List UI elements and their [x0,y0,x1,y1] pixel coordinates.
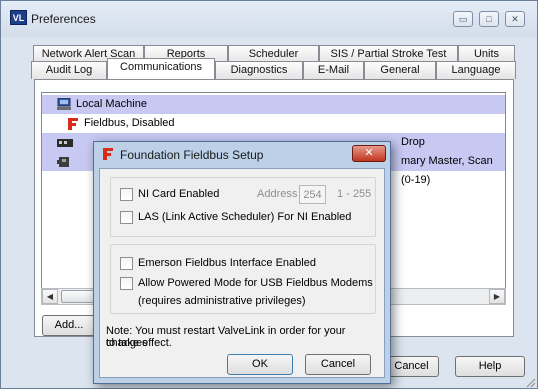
foundation-fieldbus-setup-dialog: Foundation Fieldbus Setup ✕ NI Card Enab… [93,141,391,384]
ni-card-enabled-checkbox[interactable] [120,188,133,201]
tree-label-local-machine: Local Machine [76,98,147,110]
dialog-close-button[interactable]: ✕ [352,145,386,162]
emerson-fieldbus-interface-label: Emerson Fieldbus Interface Enabled [138,257,316,269]
title-bar[interactable]: VL Preferences ▭ □ ✕ [1,1,537,37]
add-button[interactable]: Add... [42,315,96,336]
tab-diagnostics[interactable]: Diagnostics [215,61,303,79]
tab-audit-log[interactable]: Audit Log [31,61,107,79]
window-title: Preferences [31,12,96,26]
tab-language[interactable]: Language [436,61,516,79]
tab-e-mail[interactable]: E-Mail [303,61,364,79]
address-label: Address [257,188,298,200]
tree-node-local-machine[interactable]: Local Machine [42,95,505,114]
las-enabled-checkbox[interactable] [120,211,133,224]
las-enabled-label: LAS (Link Active Scheduler) For NI Enabl… [138,211,352,223]
usb-powered-mode-label: Allow Powered Mode for USB Fieldbus Mode… [138,277,373,289]
tab-communications[interactable]: Communications [107,58,215,79]
ni-card-enabled-label: NI Card Enabled [138,188,220,200]
fieldbus-icon [68,118,78,130]
help-button[interactable]: Help [455,356,525,377]
ok-button[interactable]: OK [227,354,293,375]
tree-label-multiplexer-network: mary Master, Scan (0-19) [401,155,493,186]
usb-powered-mode-sublabel: (requires administrative privileges) [138,295,306,307]
minimize-button[interactable]: ▭ [453,11,473,27]
maximize-button[interactable]: □ [479,11,499,27]
fieldbus-icon [103,148,113,160]
valvelink-app-icon: VL [10,10,27,25]
tab-general[interactable]: General [364,61,436,79]
emerson-fieldbus-interface-checkbox[interactable] [120,257,133,270]
resize-grip-icon[interactable] [525,377,536,388]
tree-label-hart-modem: Drop [401,136,425,148]
restart-note-line2: to take effect. [106,337,172,349]
tree-label-fieldbus: Fieldbus, Disabled [84,117,175,129]
dialog-title: Foundation Fieldbus Setup [120,148,264,162]
network-icon [57,157,69,167]
ni-card-group: NI Card Enabled Address 1 - 255 LAS (Lin… [110,177,376,237]
scroll-right-arrow-icon[interactable]: ▶ [489,289,505,304]
scroll-left-arrow-icon[interactable]: ◀ [42,289,58,304]
close-button[interactable]: ✕ [505,11,525,27]
address-range-label: 1 - 255 [337,188,372,200]
cancel-button[interactable]: Cancel [384,356,439,377]
usb-powered-mode-checkbox[interactable] [120,277,133,290]
dialog-cancel-button[interactable]: Cancel [305,354,371,375]
address-input[interactable] [299,185,326,204]
hart-modem-icon [57,139,73,147]
tree-node-fieldbus[interactable]: Fieldbus, Disabled [42,114,505,133]
computer-icon [57,98,71,110]
dialog-body: NI Card Enabled Address 1 - 255 LAS (Lin… [99,168,385,378]
emerson-interface-group: Emerson Fieldbus Interface Enabled Allow… [110,244,376,314]
